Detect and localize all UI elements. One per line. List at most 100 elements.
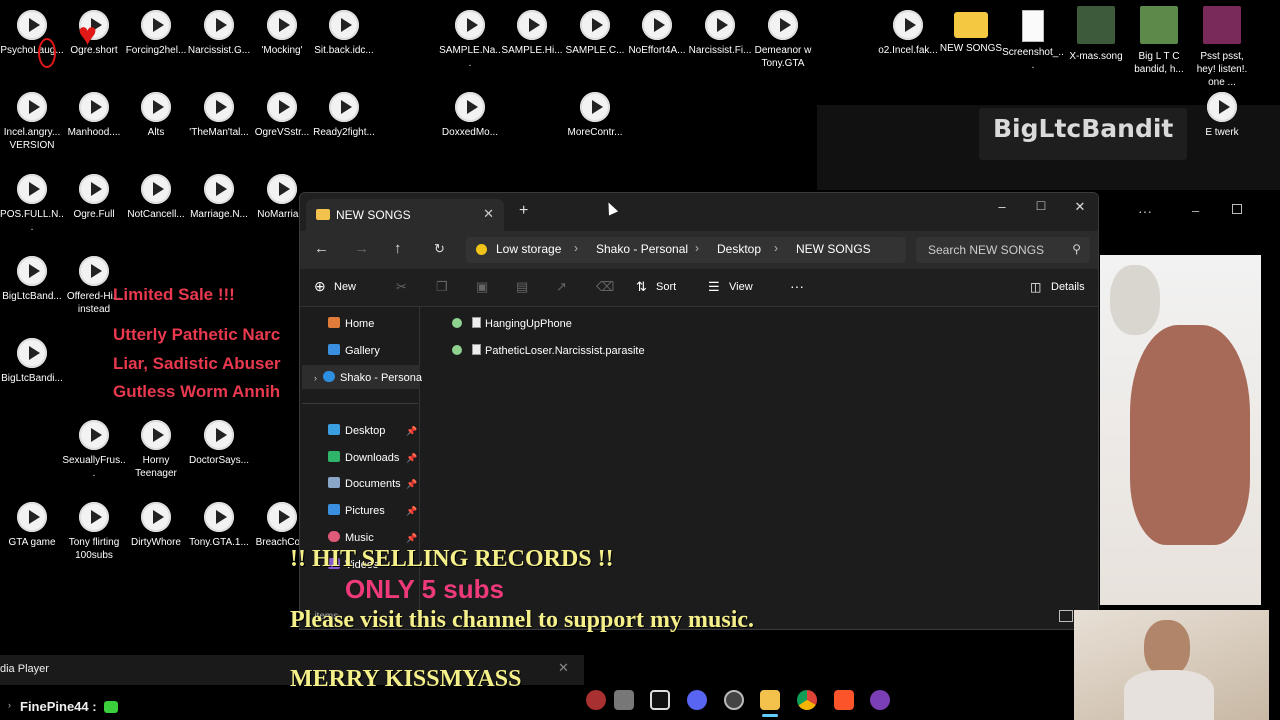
file-explorer-icon[interactable] <box>760 690 780 710</box>
desktop-icon[interactable]: GTA game <box>0 502 64 549</box>
sidebar-item-downloads[interactable]: Downloads <box>328 451 399 464</box>
desktop-icon[interactable]: BigLtcBand... <box>0 256 64 303</box>
pin-icon[interactable]: 📌 <box>406 533 417 544</box>
breadcrumb-item[interactable]: Shako - Personal <box>596 242 688 256</box>
copy-icon[interactable]: ❐ <box>436 279 448 295</box>
desktop-icon[interactable]: Tony flirting 100subs <box>62 502 126 562</box>
desktop-icon[interactable]: DoctorSays... <box>187 420 251 467</box>
pin-icon[interactable]: 📌 <box>406 506 417 517</box>
more-icon[interactable]: ··· <box>1138 203 1152 219</box>
sidebar-item-documents[interactable]: Documents <box>328 477 401 490</box>
file-row[interactable]: HangingUpPhone <box>452 317 572 330</box>
minimize-icon[interactable]: – <box>1192 203 1199 218</box>
minimize-button[interactable]: – <box>992 199 1012 214</box>
close-icon[interactable]: ✕ <box>558 660 569 676</box>
desktop-icon[interactable]: NotCancell... <box>124 174 188 221</box>
more-options-button[interactable]: ··· <box>790 278 804 294</box>
desktop-icon[interactable]: NoEffort4A... <box>625 10 689 57</box>
desktop-icon[interactable]: Screenshot_... <box>1001 10 1065 72</box>
up-icon[interactable]: ↑ <box>394 240 402 257</box>
tab-new-songs[interactable]: NEW SONGS ✕ <box>306 199 504 231</box>
rename-icon[interactable]: ▤ <box>516 279 528 295</box>
sidebar-item-desktop[interactable]: Desktop <box>328 424 385 437</box>
desktop-icon[interactable]: MoreContr... <box>563 92 627 139</box>
desktop-icon[interactable]: SAMPLE.C... <box>563 10 627 57</box>
sidebar-item-onedrive[interactable]: › Shako - Persona <box>314 371 422 384</box>
details-button[interactable]: Details <box>1051 281 1085 293</box>
desktop-icon[interactable]: Incel.angry... VERSION <box>0 92 64 152</box>
maximize-button[interactable]: □ <box>1031 197 1051 213</box>
refresh-icon[interactable]: ↻ <box>434 241 445 257</box>
desktop-icon[interactable]: Marriage.N... <box>187 174 251 221</box>
new-tab-button[interactable]: + <box>519 202 528 220</box>
desktop-icon[interactable]: Tony.GTA.1... <box>187 502 251 549</box>
cut-icon[interactable]: ✂ <box>396 279 407 295</box>
obs-icon[interactable] <box>724 690 744 710</box>
breadcrumb[interactable]: Low storage › Shako - Personal › Desktop… <box>466 237 906 263</box>
desktop-icon[interactable]: Manhood.... <box>62 92 126 139</box>
breadcrumb-item[interactable]: NEW SONGS <box>796 242 871 256</box>
desktop-icon[interactable]: X-mas.song <box>1064 6 1128 63</box>
media-file-icon <box>455 92 485 122</box>
layout-icon[interactable] <box>1059 610 1073 622</box>
app-icon[interactable] <box>614 690 634 710</box>
desktop-icon[interactable]: SexuallyFrus... <box>62 420 126 480</box>
desktop-icon[interactable]: Alts <box>124 92 188 139</box>
desktop-icon[interactable]: o2.Incel.fak... <box>876 10 940 57</box>
app-icon[interactable] <box>650 690 670 710</box>
delete-icon[interactable]: ⌫ <box>596 279 614 295</box>
desktop-icon[interactable]: OgreVSstr... <box>250 92 314 139</box>
desktop-icon[interactable]: Sit.back.idc... <box>312 10 376 57</box>
close-button[interactable]: ✕ <box>1070 199 1090 215</box>
watermark-box: BigLtcBandit <box>979 108 1187 160</box>
desktop-icon[interactable]: SAMPLE.Hi... <box>500 10 564 57</box>
desktop-icon[interactable]: E twerk <box>1190 92 1254 139</box>
sidebar-item-gallery[interactable]: Gallery <box>328 344 380 357</box>
breadcrumb-item[interactable]: Desktop <box>717 242 761 256</box>
desktop-icon[interactable]: Horny Teenager <box>124 420 188 480</box>
app-icon[interactable] <box>586 690 606 710</box>
discord-icon[interactable] <box>687 690 707 710</box>
desktop-icon[interactable]: Big L T C bandid, h... <box>1127 6 1191 76</box>
music-icon <box>328 531 340 542</box>
pin-icon[interactable]: 📌 <box>406 479 417 490</box>
media-file-icon <box>642 10 672 40</box>
breadcrumb-item[interactable]: Low storage <box>496 242 561 256</box>
sidebar-item-pictures[interactable]: Pictures <box>328 504 385 517</box>
desktop-icon[interactable]: Narcissist.G... <box>187 10 251 57</box>
pin-icon[interactable]: 📌 <box>406 426 417 437</box>
desktop-icon[interactable]: BigLtcBandi... <box>0 338 64 385</box>
share-icon[interactable]: ↗ <box>556 279 567 295</box>
forward-icon[interactable]: → <box>354 240 369 257</box>
brave-icon[interactable] <box>834 690 854 710</box>
desktop-icon[interactable]: DirtyWhore <box>124 502 188 549</box>
new-button[interactable]: New <box>334 281 356 293</box>
back-icon[interactable]: ← <box>314 240 329 257</box>
desktop-icon[interactable]: POS.FULL.N... <box>0 174 64 234</box>
desktop-folder-icon[interactable]: NEW SONGS <box>939 10 1003 55</box>
maximize-icon[interactable] <box>1232 204 1242 214</box>
paste-icon[interactable]: ▣ <box>476 279 488 295</box>
chrome-icon[interactable] <box>797 690 817 710</box>
desktop-icon[interactable]: Ogre.Full <box>62 174 126 221</box>
close-tab-icon[interactable]: ✕ <box>483 206 494 222</box>
desktop-icon[interactable]: Demeanor w Tony.GTA <box>751 10 815 70</box>
search-icon: ⚲ <box>1072 242 1081 256</box>
desktop-icon[interactable]: Ready2fight... <box>312 92 376 139</box>
sidebar-item-home[interactable]: Home <box>328 317 374 330</box>
desktop-icon[interactable]: Narcissist.Fi... <box>688 10 752 57</box>
desktop-icon[interactable]: 'Mocking' <box>250 10 314 57</box>
pin-icon[interactable]: 📌 <box>406 453 417 464</box>
sort-button[interactable]: Sort <box>656 281 676 293</box>
desktop-icon[interactable]: SAMPLE.Na... <box>438 10 502 70</box>
media-player-icon[interactable] <box>870 690 890 710</box>
search-input[interactable]: Search NEW SONGS ⚲ <box>916 237 1090 263</box>
file-row[interactable]: PatheticLoser.Narcissist.parasite <box>452 344 645 357</box>
desktop-icon[interactable]: DoxxedMo... <box>438 92 502 139</box>
desktop-icon[interactable]: Forcing2hel... <box>124 10 188 57</box>
sidebar-item-music[interactable]: Music <box>328 531 374 544</box>
view-button[interactable]: View <box>729 281 753 293</box>
desktop-icon[interactable]: Psst psst, hey! listen!. one ... <box>1190 6 1254 89</box>
desktop-icon[interactable]: 'TheMan'tal... <box>187 92 251 139</box>
sync-status-icon <box>452 345 462 355</box>
